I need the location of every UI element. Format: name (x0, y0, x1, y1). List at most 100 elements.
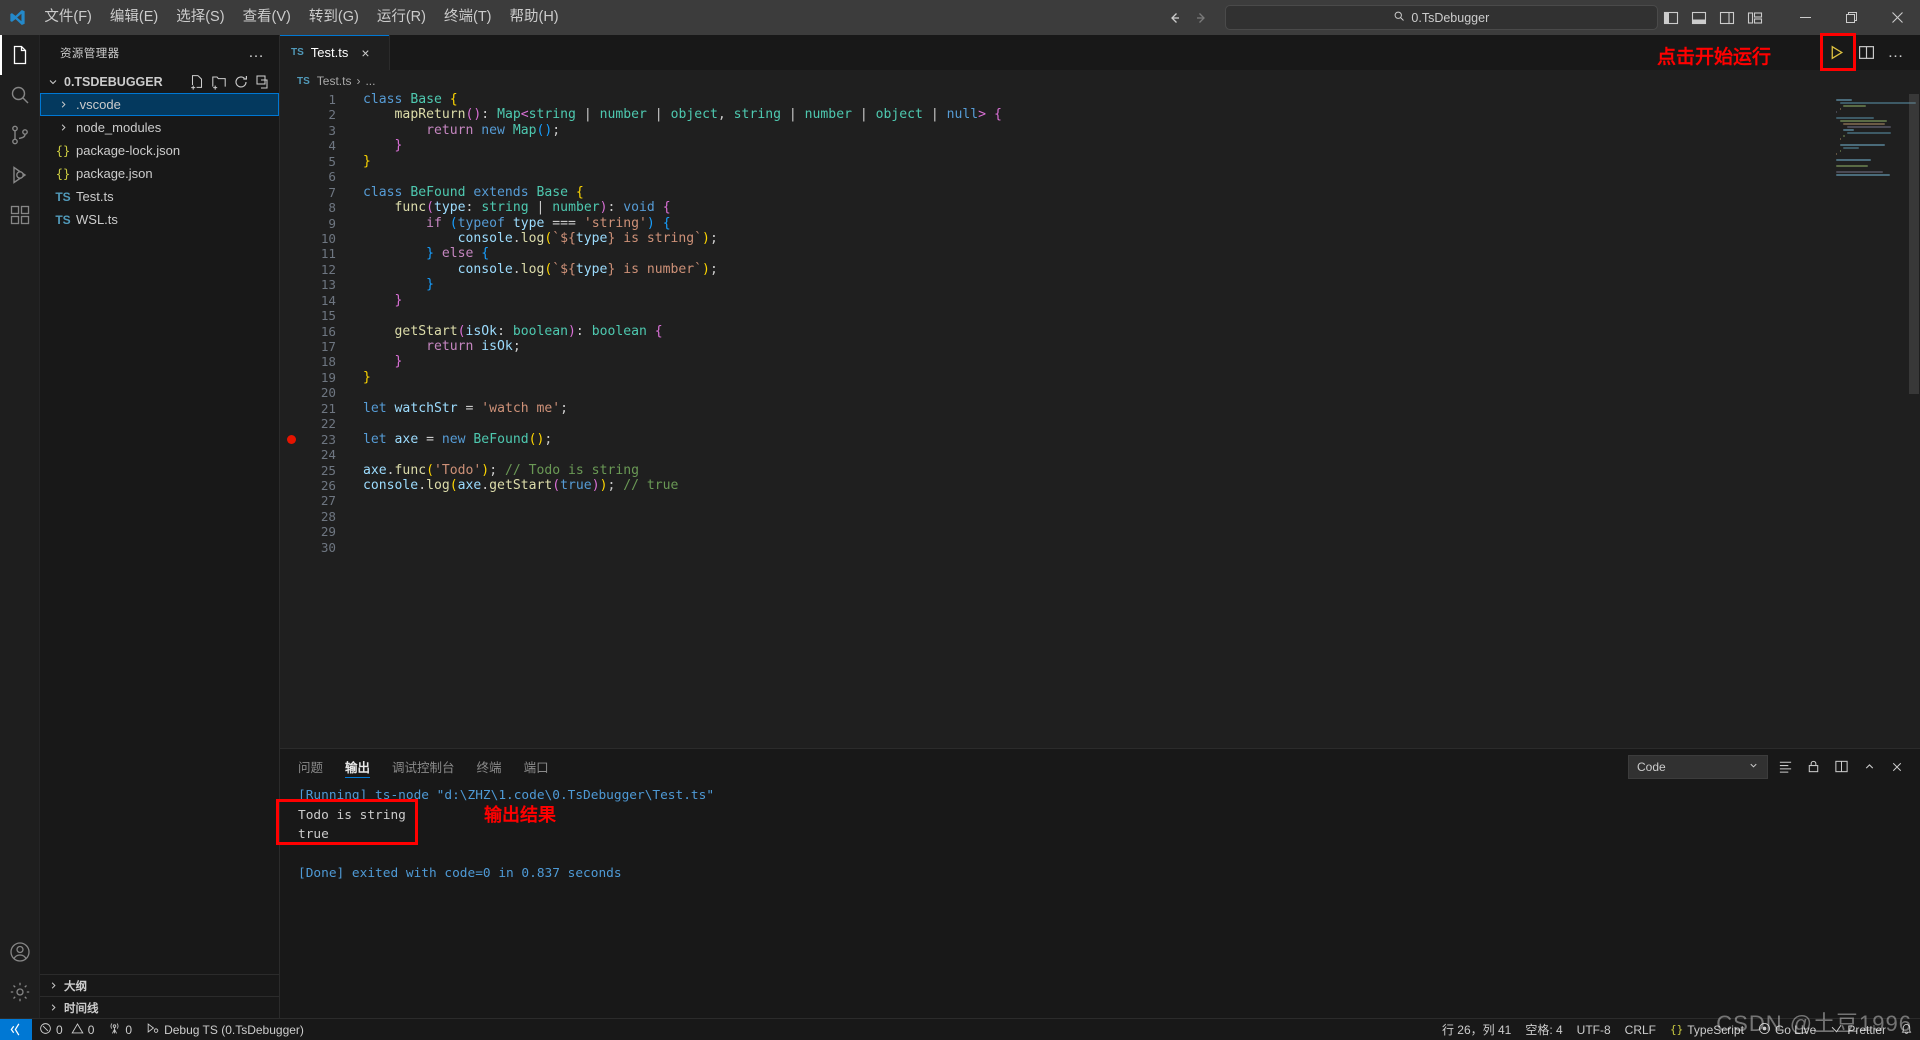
tree-root-folder[interactable]: 0.TSDEBUGGER (40, 70, 279, 93)
close-icon[interactable] (1886, 756, 1908, 778)
code-line[interactable]: 2 mapReturn(): Map<string | number | obj… (280, 107, 1828, 122)
output-view[interactable]: [Running] ts-node "d:\ZHZ\1.code\0.TsDeb… (276, 784, 1920, 1018)
status-eol[interactable]: CRLF (1618, 1019, 1663, 1040)
code-line[interactable]: 10 console.log(`${type} is string`); (280, 231, 1828, 246)
tree-item-test-ts[interactable]: TS Test.ts (40, 185, 279, 208)
code-line[interactable]: 26 console.log(axe.getStart(true)); // tr… (280, 478, 1828, 493)
editor-more-actions-icon[interactable]: … (1882, 39, 1910, 67)
code-line[interactable]: 11 } else { (280, 246, 1828, 261)
arrow-left-icon[interactable] (1163, 7, 1185, 29)
menu-view[interactable]: 查看(V) (234, 0, 300, 35)
code-line[interactable]: 30 (280, 540, 1828, 555)
code-line[interactable]: 4 } (280, 138, 1828, 153)
tab-terminal[interactable]: 终端 (477, 749, 502, 784)
sidebar-item-extensions[interactable] (0, 195, 40, 235)
customize-layout-icon[interactable] (1742, 5, 1768, 31)
status-prettier[interactable]: Prettier (1823, 1019, 1893, 1040)
code-line[interactable]: 6 (280, 169, 1828, 184)
refresh-icon[interactable] (233, 74, 249, 90)
sidebar-section-outline[interactable]: 大纲 (40, 974, 279, 996)
status-notifications[interactable] (1893, 1019, 1920, 1040)
code-line[interactable]: 28 (280, 509, 1828, 524)
split-icon[interactable] (1830, 756, 1852, 778)
tab-test-ts[interactable]: TS Test.ts × (280, 35, 390, 70)
status-ports[interactable]: 0 (101, 1019, 139, 1040)
account-icon[interactable] (0, 932, 40, 972)
tree-item-vscode[interactable]: .vscode (40, 93, 279, 116)
menu-selection[interactable]: 选择(S) (167, 0, 233, 35)
code-line[interactable]: 8 func(type: string | number): void { (280, 200, 1828, 215)
code-line[interactable]: 25 axe.func('Todo'); // Todo is string (280, 463, 1828, 478)
breadcrumb-file[interactable]: Test.ts (317, 74, 352, 88)
tree-item-package-json[interactable]: {} package.json (40, 162, 279, 185)
arrow-right-icon[interactable] (1191, 7, 1213, 29)
sidebar-item-search[interactable] (0, 75, 40, 115)
clear-output-icon[interactable] (1774, 756, 1796, 778)
code-line[interactable]: 7 class BeFound extends Base { (280, 185, 1828, 200)
menu-go[interactable]: 转到(G) (300, 0, 368, 35)
code-line[interactable]: 14 } (280, 293, 1828, 308)
tab-output[interactable]: 输出 (345, 749, 371, 784)
code-line[interactable]: 12 console.log(`${type} is number`); (280, 262, 1828, 277)
gear-icon[interactable] (0, 972, 40, 1012)
code-scroll-area[interactable]: 1 class Base {2 mapReturn(): Map<string |… (280, 92, 1828, 748)
restore-button[interactable] (1828, 0, 1874, 35)
lock-icon[interactable] (1802, 756, 1824, 778)
status-problems[interactable]: 0 0 (32, 1019, 101, 1040)
menu-terminal[interactable]: 终端(T) (435, 0, 501, 35)
breakpoint-dot[interactable] (280, 432, 302, 447)
sidebar-item-explorer[interactable] (0, 35, 40, 75)
menu-run[interactable]: 运行(R) (368, 0, 435, 35)
status-indentation[interactable]: 空格: 4 (1518, 1019, 1569, 1040)
run-code-button[interactable] (1822, 39, 1850, 67)
code-line[interactable]: 27 (280, 493, 1828, 508)
code-line[interactable]: 17 return isOk; (280, 339, 1828, 354)
tree-item-wsl-ts[interactable]: TS WSL.ts (40, 208, 279, 231)
collapse-all-icon[interactable] (255, 74, 271, 90)
close-button[interactable] (1874, 0, 1920, 35)
sidebar-item-run-and-debug[interactable] (0, 155, 40, 195)
sidebar-section-timeline[interactable]: 时间线 (40, 996, 279, 1018)
sidebar-more-actions-icon[interactable]: … (248, 44, 271, 62)
editor-vertical-scrollbar[interactable] (1906, 92, 1920, 748)
menu-file[interactable]: 文件(F) (35, 0, 101, 35)
code-line[interactable]: 16 getStart(isOk: boolean): boolean { (280, 324, 1828, 339)
breadcrumb-rest[interactable]: ... (365, 74, 375, 88)
code-line[interactable]: 29 (280, 524, 1828, 539)
code-line[interactable]: 1 class Base { (280, 92, 1828, 107)
status-line-col[interactable]: 行 26，列 41 (1435, 1019, 1518, 1040)
code-line[interactable]: 13 } (280, 277, 1828, 292)
status-encoding[interactable]: UTF-8 (1570, 1019, 1618, 1040)
code-line[interactable]: 19} (280, 370, 1828, 385)
code-line[interactable]: 5} (280, 154, 1828, 169)
tree-item-node-modules[interactable]: node_modules (40, 116, 279, 139)
code-line[interactable]: 9 if (typeof type === 'string') { (280, 216, 1828, 231)
tab-debug-console[interactable]: 调试控制台 (392, 749, 455, 784)
menu-edit[interactable]: 编辑(E) (101, 0, 167, 35)
code-line[interactable]: 18 } (280, 354, 1828, 369)
sidebar-item-source-control[interactable] (0, 115, 40, 155)
output-channel-select[interactable]: Code (1628, 754, 1768, 779)
tab-problems[interactable]: 问题 (298, 749, 323, 784)
code-line[interactable]: 23 let axe = new BeFound(); (280, 432, 1828, 447)
close-icon[interactable]: × (361, 45, 369, 61)
toggle-secondary-sidebar-icon[interactable] (1714, 5, 1740, 31)
code-line[interactable]: 20 (280, 385, 1828, 400)
menu-help[interactable]: 帮助(H) (501, 0, 568, 35)
new-folder-icon[interactable] (211, 74, 227, 90)
code-line[interactable]: 3 return new Map(); (280, 123, 1828, 138)
new-file-icon[interactable] (189, 74, 205, 90)
status-language-mode[interactable]: {} TypeScript (1663, 1019, 1751, 1040)
command-center[interactable]: 0.TsDebugger (1224, 5, 1658, 30)
toggle-primary-sidebar-icon[interactable] (1658, 5, 1684, 31)
toggle-panel-icon[interactable] (1686, 5, 1712, 31)
code-line[interactable]: 24 (280, 447, 1828, 462)
split-editor-icon[interactable] (1852, 39, 1880, 67)
chevron-up-icon[interactable] (1858, 756, 1880, 778)
code-line[interactable]: 21 let watchStr = 'watch me'; (280, 401, 1828, 416)
minimize-button[interactable] (1782, 0, 1828, 35)
status-go-live[interactable]: Go Live (1751, 1019, 1823, 1040)
scrollbar-thumb[interactable] (1909, 94, 1919, 394)
code-editor[interactable]: 1 class Base {2 mapReturn(): Map<string |… (280, 92, 1920, 748)
tree-item-package-lock-json[interactable]: {} package-lock.json (40, 139, 279, 162)
